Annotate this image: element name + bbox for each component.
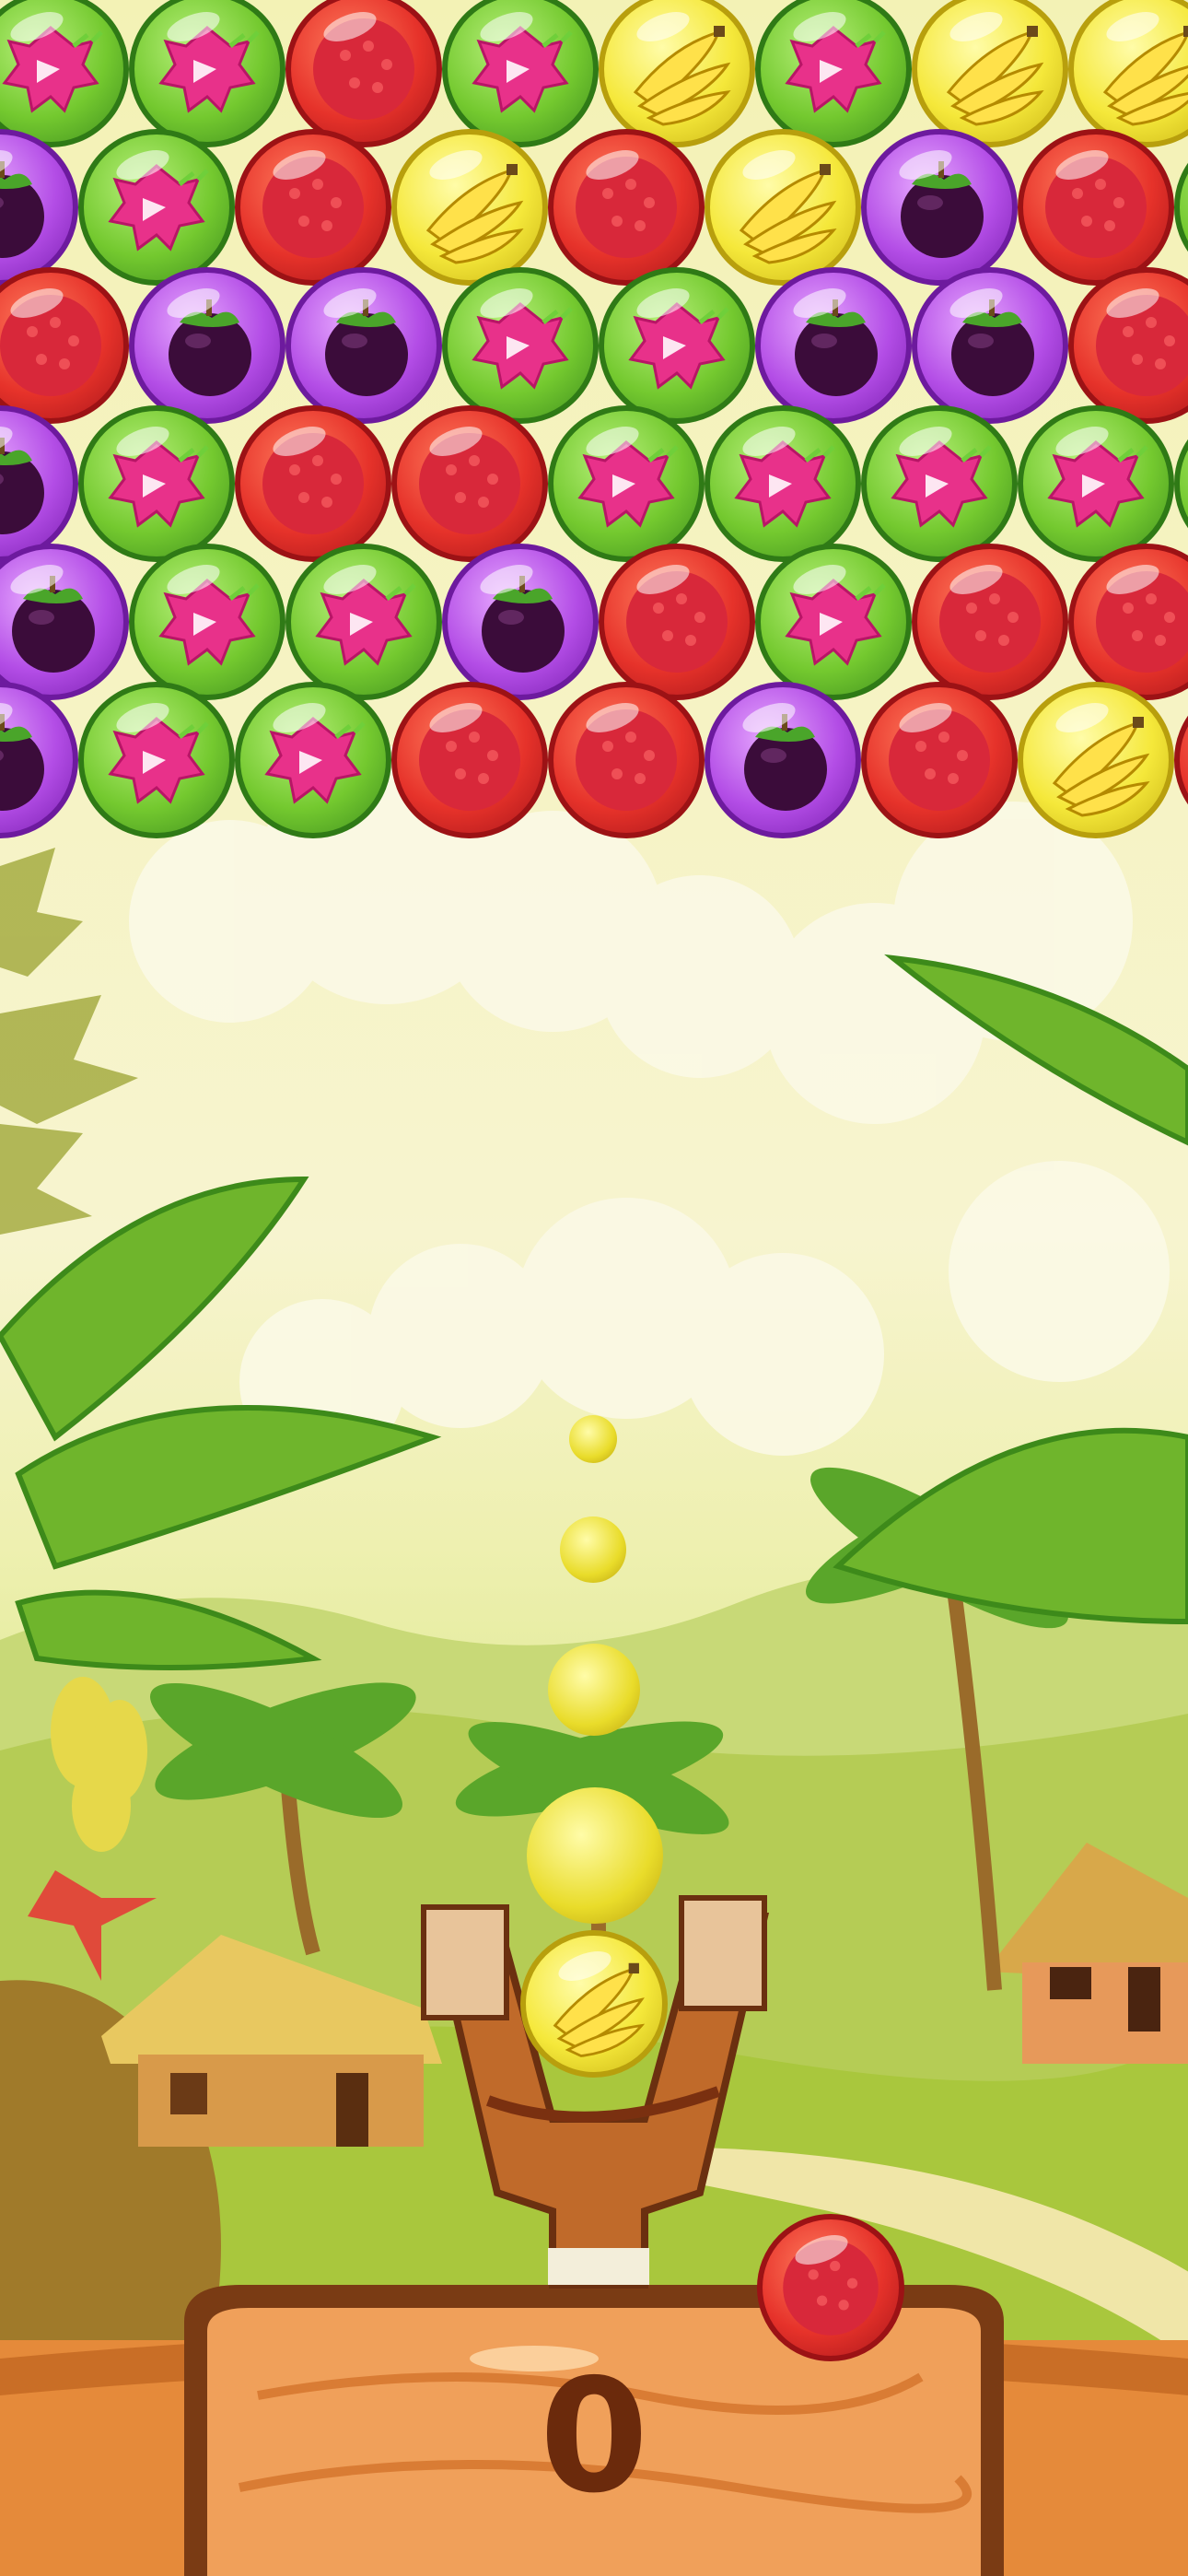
dragonfruit-icon — [1174, 405, 1188, 562]
rambutan-icon — [1068, 544, 1188, 700]
mangosteen-icon — [0, 682, 78, 838]
grid-bubble-dragonfruit — [285, 544, 442, 700]
rambutan-icon — [0, 267, 129, 424]
grid-bubble-dragonfruit — [548, 405, 705, 562]
aim-dot — [548, 1644, 640, 1736]
loaded-bubble-banana — [520, 1930, 668, 2078]
grid-bubble-rambutan — [548, 682, 705, 838]
grid-bubble-rambutan — [1018, 129, 1174, 286]
grid-bubble-dragonfruit — [442, 267, 599, 424]
grid-bubble-mangosteen — [912, 267, 1068, 424]
grid-bubble-mangosteen — [0, 405, 78, 562]
grid-bubble-mangosteen — [0, 682, 78, 838]
grid-bubble-rambutan — [1068, 544, 1188, 700]
rambutan-icon — [1174, 682, 1188, 838]
aim-dot — [560, 1516, 626, 1583]
grid-bubble-banana — [912, 0, 1068, 147]
grid-bubble-banana — [1068, 0, 1188, 147]
grid-bubble-dragonfruit — [1018, 405, 1174, 562]
grid-bubble-mangosteen — [755, 267, 912, 424]
grid-bubble-rambutan — [235, 129, 391, 286]
mangosteen-icon — [0, 405, 78, 562]
grid-bubble-dragonfruit — [78, 682, 235, 838]
grid-bubble-dragonfruit — [861, 405, 1018, 562]
grid-bubble-rambutan — [391, 405, 548, 562]
grid-bubble-rambutan — [235, 405, 391, 562]
grid-bubble-rambutan — [861, 682, 1018, 838]
grid-bubble-banana — [1018, 682, 1174, 838]
grid-bubble-mangosteen — [442, 544, 599, 700]
grid-bubble-rambutan — [285, 0, 442, 147]
grid-bubble-mangosteen — [129, 267, 285, 424]
grid-bubble-dragonfruit — [1174, 405, 1188, 562]
grid-bubble-mangosteen — [861, 129, 1018, 286]
grid-bubble-dragonfruit — [755, 544, 912, 700]
grid-bubble-dragonfruit — [755, 0, 912, 147]
grid-bubble-rambutan — [548, 129, 705, 286]
grid-bubble-rambutan — [1068, 267, 1188, 424]
grid-bubble-dragonfruit — [599, 267, 755, 424]
dragonfruit-icon — [1174, 129, 1188, 286]
clouds — [129, 746, 1170, 1465]
grid-bubble-dragonfruit — [78, 129, 235, 286]
grid-bubble-dragonfruit — [129, 0, 285, 147]
grid-bubble-rambutan — [912, 544, 1068, 700]
next-bubble-rambutan — [757, 2214, 904, 2361]
game-stage[interactable]: 0 — [0, 0, 1188, 2576]
grid-bubble-banana — [391, 129, 548, 286]
grid-bubble-dragonfruit — [442, 0, 599, 147]
grid-bubble-dragonfruit — [78, 405, 235, 562]
grid-bubble-rambutan — [1174, 682, 1188, 838]
grid-bubble-dragonfruit — [1174, 129, 1188, 286]
mangosteen-icon — [0, 129, 78, 286]
grid-bubble-dragonfruit — [129, 544, 285, 700]
grid-bubble-banana — [705, 129, 861, 286]
grid-bubble-rambutan — [599, 544, 755, 700]
aim-dot — [569, 1415, 617, 1463]
grid-bubble-dragonfruit — [705, 405, 861, 562]
grid-bubble-banana — [599, 0, 755, 147]
score-value: 0 — [539, 2346, 649, 2528]
grid-bubble-rambutan — [0, 267, 129, 424]
mangosteen-icon — [0, 544, 129, 700]
grid-bubble-mangosteen — [705, 682, 861, 838]
grid-bubble-mangosteen — [0, 129, 78, 286]
grid-bubble-dragonfruit — [235, 682, 391, 838]
grid-bubble-mangosteen — [285, 267, 442, 424]
grid-bubble-dragonfruit — [0, 0, 129, 147]
aim-dot — [527, 1787, 663, 1924]
rambutan-icon — [1068, 267, 1188, 424]
grid-bubble-rambutan — [391, 682, 548, 838]
grid-bubble-mangosteen — [0, 544, 129, 700]
